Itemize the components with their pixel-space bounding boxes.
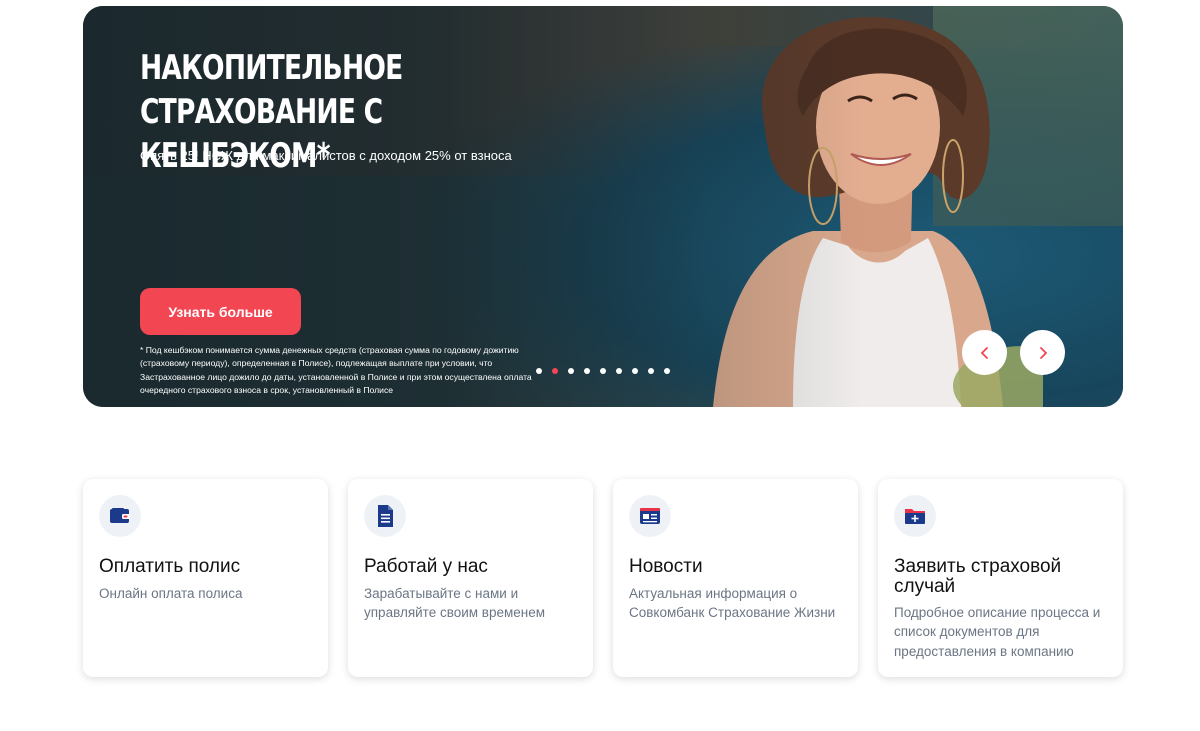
card-icon-container [894,495,936,537]
document-icon [378,505,393,527]
card-icon-container [629,495,671,537]
news-icon [640,508,660,524]
carousel-dot[interactable] [584,368,590,374]
hero-banner: НАКОПИТЕЛЬНОЕ СТРАХОВАНИЕ С КЕШБЭКОМ* Оп… [83,6,1123,407]
card-description: Онлайн оплата полиса [99,586,243,601]
folder-plus-icon [905,509,925,524]
hero-footnote: * Под кешбэком понимается сумма денежных… [140,345,532,395]
card-title: Заявить страховой случай [894,556,1062,597]
hero-title-line1: НАКОПИТЕЛЬНОЕ [140,48,403,88]
carousel-dot[interactable] [616,368,622,374]
carousel-dot[interactable] [664,368,670,374]
carousel-dot[interactable] [648,368,654,374]
carousel-dot-active[interactable] [552,368,558,374]
card-title: Оплатить полис [99,556,241,577]
carousel-dot[interactable] [600,368,606,374]
chevron-right-icon [1039,346,1047,359]
card-description: Подробное описание процесса и список док… [894,605,1101,659]
card-title: Новости [629,556,703,577]
hero-subtitle: Опять 25! НСЖ для максималистов с доходо… [140,148,512,163]
carousel-dot[interactable] [568,368,574,374]
carousel-pagination [536,368,670,374]
card-description: Актуальная информация о Совкомбанк Страх… [629,586,836,621]
carousel-next-button[interactable] [1020,330,1065,375]
card-pay-policy[interactable]: Оплатить полис Онлайн оплата полиса [83,479,328,677]
card-news[interactable]: Новости Актуальная информация о Совкомба… [613,479,858,677]
card-icon-container [364,495,406,537]
wallet-icon [110,508,130,523]
chevron-left-icon [980,346,988,359]
card-icon-container [99,495,141,537]
card-title: Работай у нас [364,556,488,577]
learn-more-button[interactable]: Узнать больше [140,288,301,335]
card-description: Зарабатывайте с нами и управляйте своим … [364,586,546,621]
carousel-dot[interactable] [632,368,638,374]
hero-title-line2: СТРАХОВАНИЕ С КЕШБЭКОМ* [140,92,383,176]
carousel-dot[interactable] [536,368,542,374]
carousel-prev-button[interactable] [962,330,1007,375]
card-careers[interactable]: Работай у нас Зарабатывайте с нами и упр… [348,479,593,677]
card-report-claim[interactable]: Заявить страховой случай Подробное описа… [878,479,1123,677]
